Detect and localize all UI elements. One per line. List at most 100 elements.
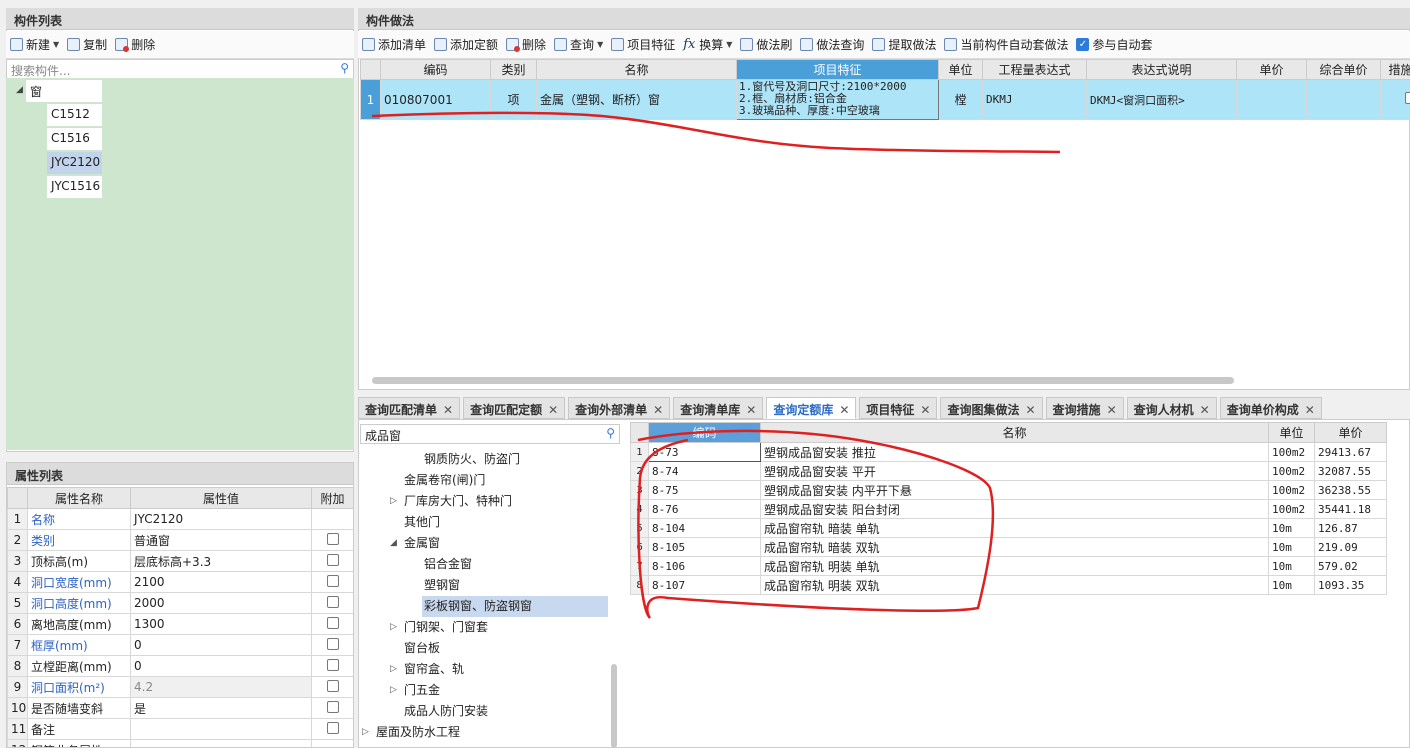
prop-extra-checkbox[interactable] bbox=[311, 508, 353, 530]
quota-code[interactable]: 8-104 bbox=[648, 518, 761, 538]
method-scrollbar[interactable] bbox=[372, 377, 1234, 384]
quota-row[interactable]: 8 8-107 成品窗帘轨 明装 双轨 10m 1093.35 bbox=[630, 575, 1387, 595]
tree-root-window[interactable]: 窗 bbox=[26, 80, 102, 102]
query-button[interactable]: 查询 ▼ bbox=[554, 36, 603, 53]
property-row[interactable]: 8 立樘距离(mm) 0 bbox=[7, 655, 353, 677]
prop-extra-checkbox[interactable] bbox=[311, 739, 353, 747]
prop-extra-checkbox[interactable] bbox=[311, 550, 353, 572]
quota-name[interactable]: 塑钢成品窗安装 平开 bbox=[760, 461, 1269, 481]
prop-value[interactable] bbox=[130, 739, 312, 747]
quota-price[interactable]: 32087.55 bbox=[1314, 461, 1387, 481]
property-row[interactable]: 10 是否随墙变斜 是 bbox=[7, 697, 353, 719]
property-row[interactable]: 4 洞口宽度(mm) 2100 bbox=[7, 571, 353, 593]
prop-value[interactable]: 普通窗 bbox=[130, 529, 312, 551]
quota-code[interactable]: 8-73 bbox=[648, 442, 761, 462]
quota-price[interactable]: 126.87 bbox=[1314, 518, 1387, 538]
delete-method-button[interactable]: 删除 bbox=[506, 36, 546, 53]
tab-8[interactable]: 查询人材机 ✕ bbox=[1126, 397, 1217, 419]
quota-name[interactable]: 成品窗帘轨 暗装 单轨 bbox=[760, 518, 1269, 538]
prop-extra-checkbox[interactable] bbox=[311, 613, 353, 635]
close-icon[interactable]: ✕ bbox=[1200, 403, 1210, 417]
quota-name[interactable]: 成品窗帘轨 明装 单轨 bbox=[760, 556, 1269, 576]
tree-item-jyc2120[interactable]: JYC2120 bbox=[47, 152, 102, 174]
quota-tree-node[interactable]: 屋面及防水工程 bbox=[374, 722, 460, 743]
row-expr-desc[interactable]: DKMJ<窗洞口面积> bbox=[1086, 79, 1237, 120]
quota-price[interactable]: 36238.55 bbox=[1314, 480, 1387, 500]
method-query-button[interactable]: 做法查询 bbox=[800, 36, 864, 53]
chevron-down-icon[interactable]: ▼ bbox=[726, 40, 732, 49]
property-row[interactable]: 1 名称 JYC2120 bbox=[7, 508, 353, 530]
quota-name[interactable]: 塑钢成品窗安装 推拉 bbox=[760, 442, 1269, 462]
prop-value[interactable]: 2000 bbox=[130, 592, 312, 614]
quota-price[interactable]: 35441.18 bbox=[1314, 499, 1387, 519]
quota-search-input[interactable]: 成品窗 ⚲ bbox=[360, 424, 620, 444]
quota-unit[interactable]: 10m bbox=[1268, 556, 1315, 576]
property-row[interactable]: 11 备注 bbox=[7, 718, 353, 740]
prop-value[interactable]: 4.2 bbox=[130, 676, 312, 698]
prop-value[interactable] bbox=[130, 718, 312, 740]
quota-name[interactable]: 成品窗帘轨 暗装 双轨 bbox=[760, 537, 1269, 557]
row-price[interactable] bbox=[1236, 79, 1307, 120]
tab-7[interactable]: 查询措施 ✕ bbox=[1045, 397, 1124, 419]
prop-value[interactable]: JYC2120 bbox=[130, 508, 312, 530]
prop-value[interactable]: 2100 bbox=[130, 571, 312, 593]
quota-tree-node[interactable]: 铝合金窗 bbox=[422, 554, 472, 575]
tab-2[interactable]: 查询外部清单 ✕ bbox=[568, 397, 671, 419]
tree-item-jyc1516[interactable]: JYC1516 bbox=[47, 176, 102, 198]
chevron-down-icon[interactable]: ▼ bbox=[597, 40, 603, 49]
close-icon[interactable]: ✕ bbox=[653, 403, 663, 417]
tab-3[interactable]: 查询清单库 ✕ bbox=[673, 397, 764, 419]
prop-extra-checkbox[interactable] bbox=[311, 529, 353, 551]
quota-code[interactable]: 8-106 bbox=[648, 556, 761, 576]
property-row[interactable]: 2 类别 普通窗 bbox=[7, 529, 353, 551]
quota-tree-node[interactable]: 塑钢窗 bbox=[422, 575, 460, 596]
row-total-price[interactable] bbox=[1306, 79, 1381, 120]
row-expr[interactable]: DKMJ bbox=[982, 79, 1087, 120]
expand-triangle-icon[interactable]: ◢ bbox=[390, 538, 397, 548]
expand-triangle-icon[interactable]: ▷ bbox=[390, 622, 397, 632]
auto-apply-button[interactable]: 当前构件自动套做法 bbox=[944, 36, 1068, 53]
tree-item-c1516[interactable]: C1516 bbox=[47, 128, 102, 150]
expand-triangle-icon[interactable]: ▷ bbox=[390, 664, 397, 674]
add-quota-button[interactable]: 添加定额 bbox=[434, 36, 498, 53]
quota-price[interactable]: 579.02 bbox=[1314, 556, 1387, 576]
search-icon[interactable]: ⚲ bbox=[340, 61, 349, 75]
property-row[interactable]: 7 框厚(mm) 0 bbox=[7, 634, 353, 656]
quota-row[interactable]: 5 8-104 成品窗帘轨 暗装 单轨 10m 126.87 bbox=[630, 518, 1387, 538]
prop-value[interactable]: 层底标高+3.3 bbox=[130, 550, 312, 572]
property-row[interactable]: 9 洞口面积(m²) 4.2 bbox=[7, 676, 353, 698]
quota-code[interactable]: 8-76 bbox=[648, 499, 761, 519]
item-feature-button[interactable]: 项目特征 bbox=[611, 36, 675, 53]
quota-tree-node[interactable]: 其他门 bbox=[402, 512, 440, 533]
prop-extra-checkbox[interactable] bbox=[311, 571, 353, 593]
quota-row[interactable]: 7 8-106 成品窗帘轨 明装 单轨 10m 579.02 bbox=[630, 556, 1387, 576]
row-feature[interactable]: 1.窗代号及洞口尺寸:2100*2000 2.框、扇材质:铝合金 3.玻璃品种、… bbox=[736, 79, 939, 120]
prop-extra-checkbox[interactable] bbox=[311, 634, 353, 656]
quota-tree-node[interactable]: 厂库房大门、特种门 bbox=[402, 491, 512, 512]
method-row[interactable]: 1 010807001 项 金属（塑钢、断桥）窗 1.窗代号及洞口尺寸:2100… bbox=[360, 79, 1410, 120]
prop-extra-checkbox[interactable] bbox=[311, 592, 353, 614]
row-unit[interactable]: 樘 bbox=[938, 79, 983, 120]
convert-button[interactable]: fx 换算 ▼ bbox=[683, 36, 732, 53]
tab-0[interactable]: 查询匹配清单 ✕ bbox=[358, 397, 461, 419]
property-row[interactable]: 6 离地高度(mm) 1300 bbox=[7, 613, 353, 635]
close-icon[interactable]: ✕ bbox=[1107, 403, 1117, 417]
tab-4[interactable]: 查询定额库 ✕ bbox=[766, 397, 857, 419]
quota-tree-node[interactable]: 金属窗 bbox=[402, 533, 440, 554]
expand-triangle-icon[interactable]: ▷ bbox=[390, 496, 397, 506]
close-icon[interactable]: ✕ bbox=[1305, 403, 1315, 417]
tab-9[interactable]: 查询单价构成 ✕ bbox=[1219, 397, 1322, 419]
quota-unit[interactable]: 100m2 bbox=[1268, 442, 1315, 462]
tab-5[interactable]: 项目特征 ✕ bbox=[859, 397, 938, 419]
row-name[interactable]: 金属（塑钢、断桥）窗 bbox=[536, 79, 737, 120]
prop-value[interactable]: 0 bbox=[130, 634, 312, 656]
quota-tree-node[interactable]: 窗台板 bbox=[402, 638, 440, 659]
row-code[interactable]: 010807001 bbox=[380, 79, 491, 120]
quota-name[interactable]: 成品窗帘轨 明装 双轨 bbox=[760, 575, 1269, 595]
quota-tree-node[interactable]: 金属卷帘(闸)门 bbox=[402, 470, 485, 491]
quota-row[interactable]: 4 8-76 塑钢成品窗安装 阳台封闭 100m2 35441.18 bbox=[630, 499, 1387, 519]
close-icon[interactable]: ✕ bbox=[839, 403, 849, 417]
quota-unit[interactable]: 10m bbox=[1268, 518, 1315, 538]
close-icon[interactable]: ✕ bbox=[443, 403, 453, 417]
quota-row[interactable]: 2 8-74 塑钢成品窗安装 平开 100m2 32087.55 bbox=[630, 461, 1387, 481]
